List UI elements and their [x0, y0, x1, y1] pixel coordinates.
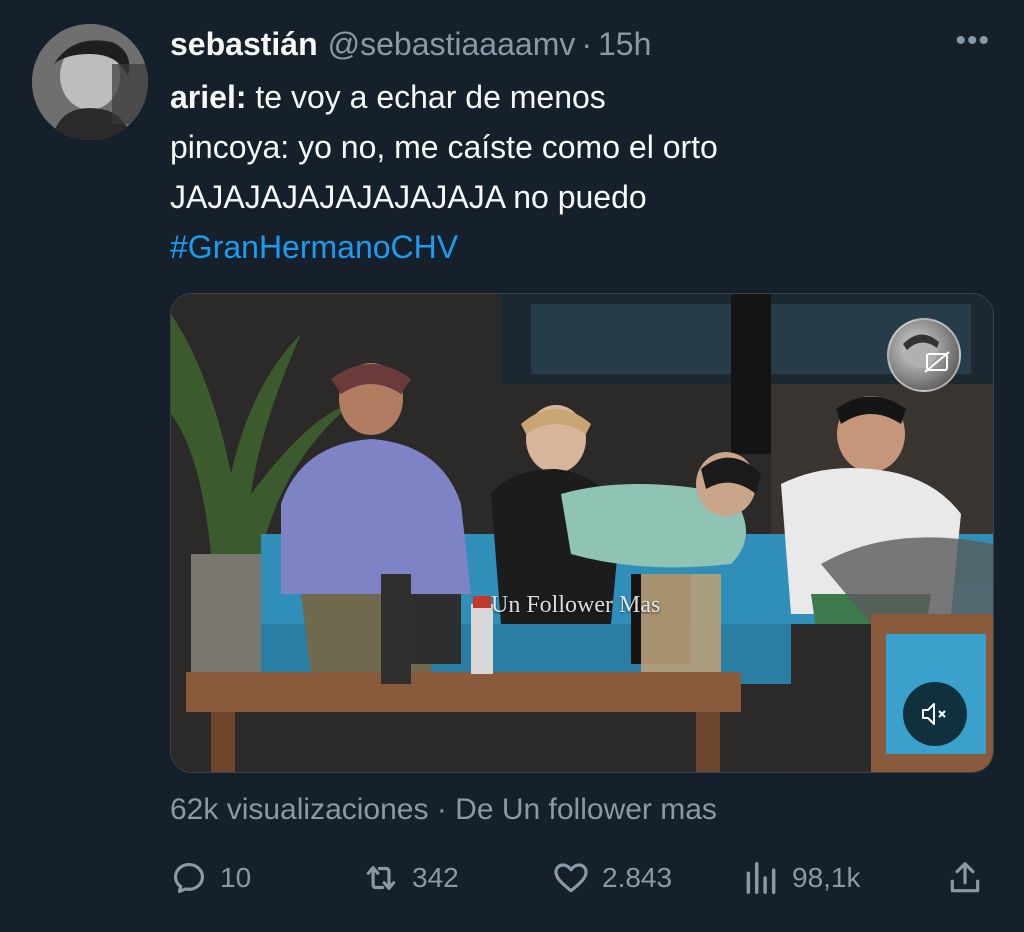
reply-count: 10 — [220, 862, 252, 893]
retweet-icon — [366, 866, 396, 890]
more-options-icon[interactable]: ••• — [955, 26, 990, 56]
heart-icon — [554, 863, 588, 893]
mute-button[interactable] — [903, 682, 967, 746]
speaker-muted-icon — [922, 703, 946, 725]
reply-icon — [173, 862, 205, 894]
analytics-icon — [746, 862, 776, 894]
author-display-name[interactable]: sebastián — [170, 26, 318, 63]
tweet-text-line-2: pincoya: yo no, me caíste como el orto — [170, 129, 718, 165]
views-line: 62k visualizaciones · De Un follower mas — [170, 793, 717, 827]
video-watermark: Un Follower Mas — [491, 592, 661, 618]
avatar-image — [32, 24, 148, 140]
retweet-button[interactable]: 342 — [362, 852, 459, 904]
tweet-text-line-1: ariel: te voy a echar de menos — [170, 72, 990, 122]
header-separator: · — [581, 25, 592, 62]
views-separator: · — [436, 793, 447, 826]
views-count: 62k visualizaciones — [170, 793, 429, 826]
action-bar: 10 342 2.843 98,1k — [170, 852, 992, 904]
tweet-timestamp[interactable]: 15h — [598, 26, 651, 63]
views-action-count: 98,1k — [792, 862, 861, 893]
like-count: 2.843 — [602, 862, 673, 893]
avatar[interactable] — [32, 24, 148, 140]
tweet-text: ariel: te voy a echar de menos pincoya: … — [170, 72, 990, 272]
share-icon — [950, 862, 980, 893]
tweet: sebastián @sebastiaaaamv · 15h ••• ariel… — [0, 0, 1024, 932]
video-source-link[interactable]: De Un follower mas — [455, 793, 717, 826]
video-frame — [171, 294, 993, 772]
line-1-text: te voy a echar de menos — [246, 79, 606, 115]
tweet-text-line-3: JAJAJAJAJAJAJAJAJA no puedo — [170, 179, 647, 215]
like-button[interactable]: 2.843 — [552, 852, 672, 904]
cc-icon[interactable] — [887, 318, 961, 392]
reply-button[interactable]: 10 — [170, 852, 251, 904]
hashtag-link[interactable]: #GranHermanoCHV — [170, 222, 990, 272]
retweet-count: 342 — [412, 862, 459, 893]
tweet-header: sebastián @sebastiaaaamv · 15h — [170, 22, 651, 66]
views-button[interactable]: 98,1k — [742, 852, 861, 904]
share-button[interactable] — [946, 852, 996, 904]
video-player[interactable]: Un Follower Mas — [170, 293, 994, 773]
author-handle[interactable]: @sebastiaaaamv — [328, 26, 576, 63]
speaker-label: ariel: — [170, 79, 247, 115]
